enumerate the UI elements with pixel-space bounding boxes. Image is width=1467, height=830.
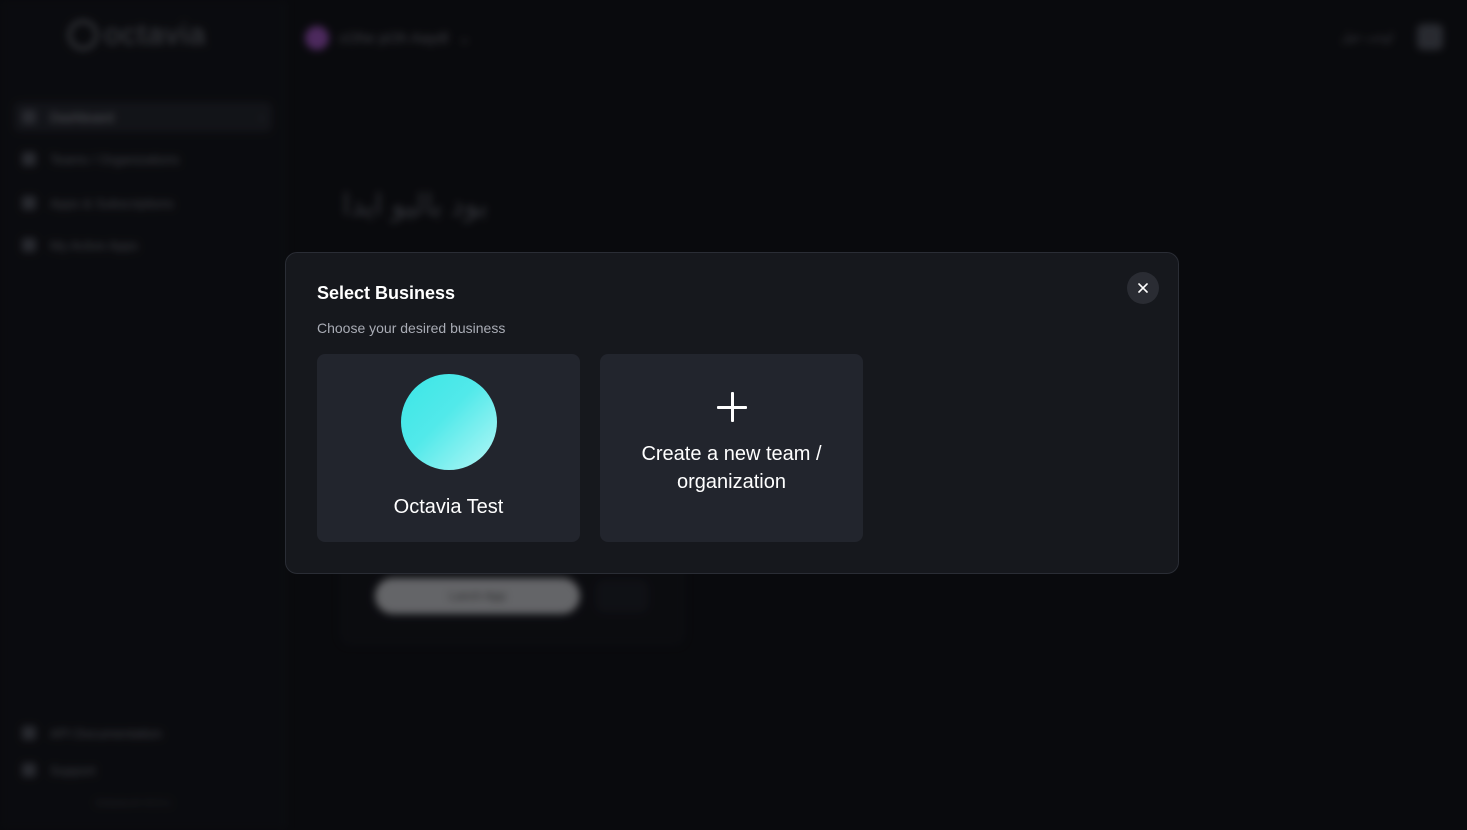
modal-title: Select Business	[317, 283, 456, 303]
business-avatar	[400, 374, 497, 470]
create-team-card[interactable]: Create a new team / organization	[600, 354, 863, 542]
close-button[interactable]	[1127, 272, 1159, 304]
business-name: Octavia Test	[393, 496, 504, 518]
plus-icon	[716, 392, 747, 422]
select-business-modal: Select Business Choose your desired busi…	[285, 252, 1179, 574]
create-team-label: Create a new team / organization	[641, 443, 822, 493]
close-icon	[1138, 283, 1148, 293]
modal-subtitle: Choose your desired business	[317, 320, 506, 336]
business-card-octavia-test[interactable]: Octavia Test	[317, 354, 580, 542]
